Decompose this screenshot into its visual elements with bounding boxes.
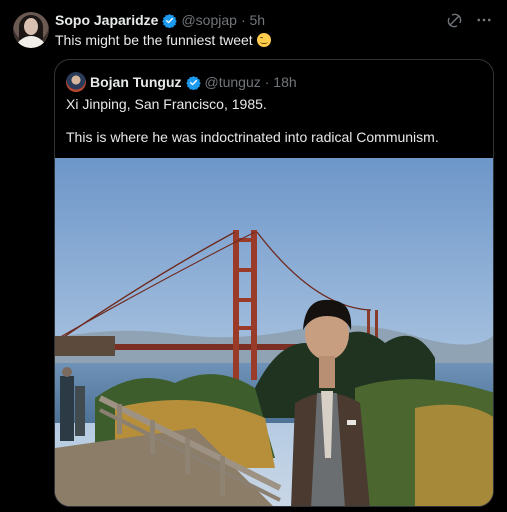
verified-badge-icon — [185, 75, 201, 90]
tweet-header: Sopo Japaridze @sopjap · 5h — [55, 12, 265, 28]
quoted-author-name[interactable]: Bojan Tunguz — [90, 74, 182, 90]
author-handle[interactable]: @sopjap — [181, 12, 236, 28]
grok-icon[interactable] — [445, 11, 463, 29]
quoted-author-handle[interactable]: @tunguz — [205, 74, 261, 90]
tweet-time[interactable]: · 5h — [241, 12, 265, 28]
author-avatar[interactable] — [13, 12, 49, 48]
author-name[interactable]: Sopo Japaridze — [55, 12, 158, 28]
grinning-squinting-face-icon — [256, 33, 271, 47]
quoted-text-line2: This is where he was indoctrinated into … — [66, 129, 439, 145]
quoted-header: Bojan Tunguz @tunguz · 18h — [66, 72, 297, 92]
quoted-author-avatar[interactable] — [66, 72, 86, 92]
quoted-photo[interactable] — [55, 158, 493, 506]
more-options-icon[interactable] — [475, 11, 493, 29]
tweet-text: This might be the funniest tweet — [55, 32, 271, 48]
avatar-face — [24, 18, 38, 35]
quoted-tweet-time[interactable]: · 18h — [265, 74, 297, 90]
quoted-text-line1: Xi Jinping, San Francisco, 1985. — [66, 96, 267, 112]
tweet-actions-top — [445, 11, 493, 29]
tweet-text-content: This might be the funniest tweet — [55, 32, 253, 48]
verified-badge-icon — [162, 13, 178, 28]
golden-gate-photo — [55, 158, 493, 506]
quoted-tweet[interactable]: Bojan Tunguz @tunguz · 18h Xi Jinping, S… — [54, 59, 494, 507]
